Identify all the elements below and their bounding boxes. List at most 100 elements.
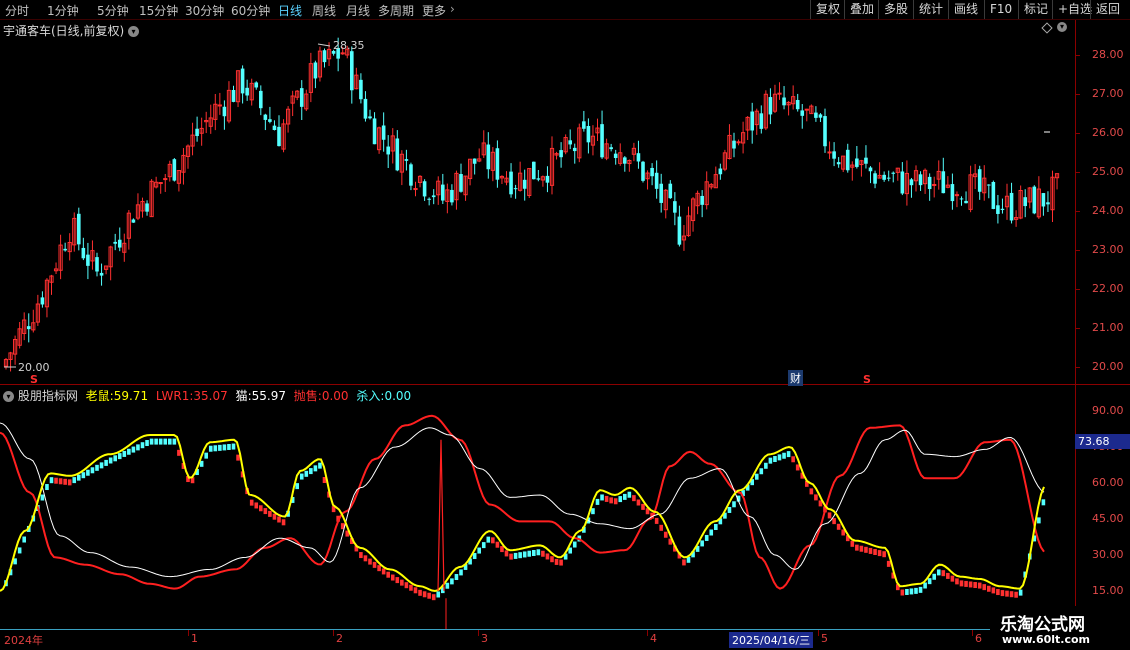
candle-body-down: [131, 219, 136, 223]
candle-body-down: [86, 254, 90, 266]
candle-body-down: [623, 157, 627, 164]
period-tab-60min[interactable]: 60分钟: [231, 2, 270, 19]
indicator-bar: [704, 534, 709, 541]
f10-button[interactable]: F10: [984, 0, 1017, 19]
indicator-bar: [786, 451, 791, 458]
time-label-feb: 2: [336, 632, 343, 645]
candle-body-down: [404, 159, 409, 161]
indicator-bar: [996, 589, 1000, 596]
candle-body-down: [768, 97, 773, 115]
indicator-dropdown-icon[interactable]: ▾: [3, 391, 14, 402]
candle-body-down: [750, 111, 754, 131]
candle-body-down: [600, 124, 604, 158]
period-tab-1min[interactable]: 1分钟: [47, 2, 79, 19]
indicator-tick-label: 60.00: [1092, 476, 1124, 489]
indicator-bar: [814, 494, 818, 501]
finance-marker[interactable]: 财: [788, 370, 803, 386]
indicator-bar: [117, 453, 122, 460]
indicator-bar: [777, 454, 782, 461]
indicator-bar: [604, 495, 609, 502]
indicator-bar: [45, 484, 49, 491]
indicator-bar: [249, 499, 254, 506]
indicator-bar: [204, 452, 208, 459]
candle-body-down: [654, 172, 659, 189]
period-tab-15min[interactable]: 15分钟: [139, 2, 178, 19]
time-label-jan: 1: [191, 632, 198, 645]
indicator-bar: [859, 545, 864, 552]
price-tick-label: 26.00: [1092, 126, 1124, 139]
candle-body-down: [231, 89, 236, 102]
period-tab-weekly[interactable]: 周线: [312, 2, 336, 19]
indicator-bar: [409, 584, 413, 591]
indicator-tick-label: 90.00: [1092, 404, 1124, 417]
indicator-bar: [40, 494, 45, 501]
indicator-bar: [527, 550, 532, 557]
candle-body-down: [959, 198, 964, 200]
indicator-bar: [504, 550, 509, 557]
back-button[interactable]: 返回: [1090, 0, 1125, 19]
indicator-bar: [495, 541, 500, 548]
statistics-button[interactable]: 统计: [913, 0, 948, 19]
indicator-bar: [545, 553, 550, 560]
multi-stock-button[interactable]: 多股: [878, 0, 913, 19]
legend-lwr1-value: 35.07: [193, 389, 228, 403]
indicator-bar: [682, 559, 686, 566]
y-axis-divider: [1075, 20, 1076, 630]
sell-marker-1: S: [30, 373, 38, 386]
period-tab-30min[interactable]: 30分钟: [185, 2, 224, 19]
indicator-bar: [54, 477, 58, 484]
time-axis-line: [0, 629, 1130, 630]
indicator-bar: [600, 494, 604, 501]
indicator-bar: [313, 465, 318, 472]
candle-body-down: [272, 125, 277, 131]
indicator-bar: [900, 589, 905, 596]
indicator-bar: [381, 568, 386, 575]
indicator-bar: [213, 445, 218, 452]
indicator-bar: [208, 445, 213, 452]
candle-body-down: [1041, 193, 1046, 207]
time-tick: [478, 630, 479, 636]
overlay-button[interactable]: 叠加: [844, 0, 879, 19]
period-tab-more[interactable]: 更多: [422, 2, 446, 19]
indicator-bar: [609, 497, 613, 504]
time-tick: [647, 630, 648, 636]
indicator-bar: [136, 444, 140, 451]
candle-body-down: [427, 198, 431, 200]
candle-body-down: [759, 113, 764, 129]
candle-body-down: [359, 79, 363, 100]
indicator-bar: [309, 468, 313, 475]
time-label-2024: 2024年: [4, 634, 43, 647]
period-tab-fenshi[interactable]: 分时: [5, 2, 29, 19]
indicator-bar: [359, 552, 363, 559]
candle-body-down: [459, 174, 463, 192]
more-chevron-icon[interactable]: ›: [450, 2, 455, 16]
candle-body-down: [386, 146, 390, 155]
period-tab-monthly[interactable]: 月线: [346, 2, 370, 19]
indicator-bar: [236, 454, 240, 461]
indicator-bar: [627, 491, 632, 498]
restore-rights-button[interactable]: 复权: [810, 0, 845, 19]
mark-button[interactable]: 标记: [1018, 0, 1053, 19]
candle-body-down: [677, 216, 682, 245]
period-tab-multi[interactable]: 多周期: [378, 2, 414, 19]
period-tab-daily[interactable]: 日线: [278, 2, 302, 19]
candle-body-down: [673, 201, 677, 213]
indicator-bar: [1009, 591, 1014, 598]
candle-body-down: [431, 195, 436, 198]
indicator-bar: [886, 560, 891, 567]
indicator-bar: [773, 456, 777, 463]
indicator-bar: [163, 438, 168, 445]
candle-body-down: [1032, 186, 1037, 214]
candle-body-down: [650, 167, 654, 177]
indicator-bar: [72, 477, 77, 484]
draw-line-button[interactable]: 画线: [948, 0, 983, 19]
indicator-bar: [522, 551, 527, 558]
candle-body-down: [81, 247, 86, 259]
candle-body-down: [718, 168, 723, 175]
candle-body-down: [363, 98, 368, 119]
candle-body-down: [522, 179, 527, 189]
candle-body-down: [609, 147, 613, 150]
candle-body-down: [441, 184, 445, 201]
indicator-bar: [127, 448, 131, 455]
period-tab-5min[interactable]: 5分钟: [97, 2, 129, 19]
